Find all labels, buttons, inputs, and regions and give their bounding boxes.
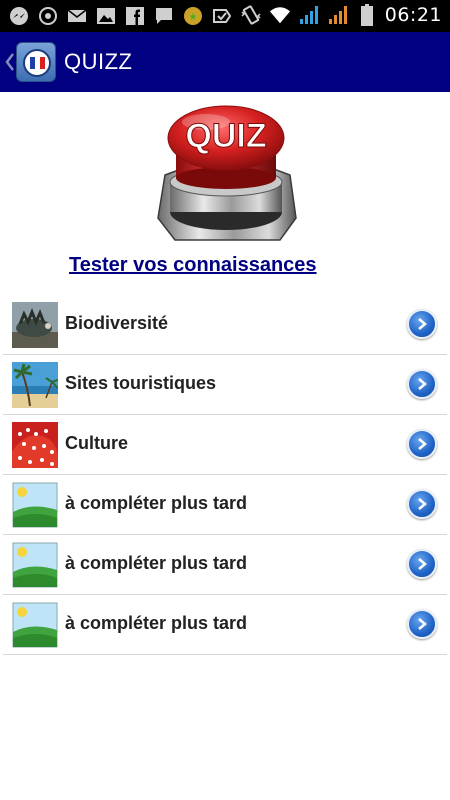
image-placeholder-icon (12, 482, 58, 528)
clock: 06:21 (384, 4, 442, 26)
list-item-label: Sites touristiques (65, 373, 217, 393)
test-knowledge-link[interactable]: Tester vos connaissances (69, 254, 317, 277)
chevron-right-icon[interactable] (407, 429, 437, 459)
back-chevron-icon[interactable] (4, 52, 16, 72)
facebook-icon (124, 5, 146, 27)
list-item-label: à compléter plus tard (65, 553, 248, 573)
mail-icon (66, 5, 88, 27)
app-title: QUIZZ (64, 49, 133, 74)
messenger-icon (8, 5, 30, 27)
gallery-icon (95, 5, 117, 27)
list-item-label: Culture (65, 433, 128, 453)
wifi-icon (269, 4, 291, 26)
chevron-right-icon[interactable] (407, 549, 437, 579)
quiz-button-label: QUIZ (185, 117, 266, 155)
notification-icons: ★ (8, 5, 233, 27)
badge-icon: ★ (182, 5, 204, 27)
app-bar: QUIZZ (0, 32, 450, 92)
status-bar: ★ 06:21 (0, 0, 450, 32)
chevron-right-icon[interactable] (407, 489, 437, 519)
culture-thumbnail (12, 422, 58, 468)
biodiversity-thumbnail (12, 302, 58, 348)
list-item-tourist-sites[interactable]: Sites touristiques (3, 355, 447, 415)
chevron-right-icon[interactable] (407, 609, 437, 639)
beach-thumbnail (12, 362, 58, 408)
system-icons: 06:21 (240, 4, 442, 26)
topic-list: Biodiversité Sites touristiques Culture … (3, 295, 447, 655)
chevron-right-icon[interactable] (407, 369, 437, 399)
list-item-label: à compléter plus tard (65, 613, 248, 633)
list-item-label: à compléter plus tard (65, 493, 248, 513)
list-item-placeholder[interactable]: à compléter plus tard (3, 535, 447, 595)
app-logo-icon[interactable] (16, 42, 56, 82)
check-icon (211, 5, 233, 27)
signal-icon (298, 4, 320, 26)
browser-icon (37, 5, 59, 27)
list-item-placeholder[interactable]: à compléter plus tard (3, 595, 447, 655)
list-item-label: Biodiversité (65, 313, 169, 333)
chevron-right-icon[interactable] (407, 309, 437, 339)
list-item-biodiversity[interactable]: Biodiversité (3, 295, 447, 355)
list-item-culture[interactable]: Culture (3, 415, 447, 475)
list-item-placeholder[interactable]: à compléter plus tard (3, 475, 447, 535)
quiz-button-graphic: QUIZ (157, 105, 297, 241)
chat-icon (153, 5, 175, 27)
battery-icon (356, 4, 378, 26)
svg-text:★: ★ (189, 12, 198, 23)
signal-icon-2 (327, 4, 349, 26)
vibrate-icon (240, 4, 262, 26)
image-placeholder-icon (12, 602, 58, 648)
image-placeholder-icon (12, 542, 58, 588)
